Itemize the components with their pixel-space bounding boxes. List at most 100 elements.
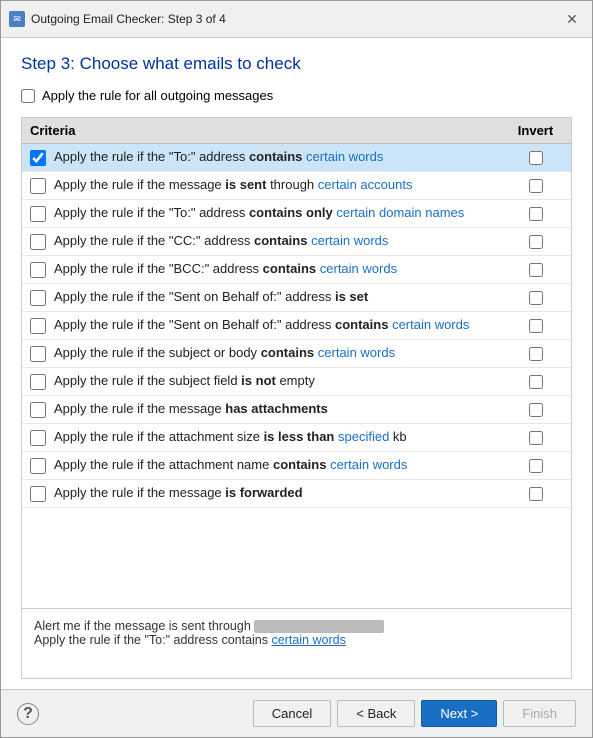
criteria-row-text: Apply the rule if the attachment size is… — [54, 429, 508, 446]
criteria-row-text: Apply the rule if the "CC:" address cont… — [54, 233, 508, 250]
invert-checkbox[interactable] — [529, 207, 543, 221]
title-bar-left: ✉ Outgoing Email Checker: Step 3 of 4 — [9, 11, 226, 27]
criteria-row-checkbox[interactable] — [30, 318, 46, 334]
criteria-row-text: Apply the rule if the "To:" address cont… — [54, 149, 508, 166]
criteria-header: Criteria Invert — [22, 118, 571, 144]
criteria-row[interactable]: Apply the rule if the "Sent on Behalf of… — [22, 284, 571, 312]
invert-checkbox[interactable] — [529, 263, 543, 277]
criteria-row-link[interactable]: certain words — [306, 149, 383, 164]
criteria-row-text: Apply the rule if the "Sent on Behalf of… — [54, 317, 508, 334]
window-title: Outgoing Email Checker: Step 3 of 4 — [31, 12, 226, 26]
criteria-row-invert — [508, 459, 563, 473]
footer-buttons: Cancel < Back Next > Finish — [253, 700, 576, 727]
invert-checkbox[interactable] — [529, 431, 543, 445]
criteria-row-checkbox[interactable] — [30, 402, 46, 418]
info-panel: Alert me if the message is sent through … — [21, 609, 572, 679]
criteria-row-invert — [508, 179, 563, 193]
criteria-row-checkbox[interactable] — [30, 150, 46, 166]
invert-checkbox[interactable] — [529, 375, 543, 389]
criteria-row-checkbox[interactable] — [30, 458, 46, 474]
criteria-row-checkbox[interactable] — [30, 262, 46, 278]
criteria-row-link[interactable]: certain words — [318, 345, 395, 360]
criteria-row-checkbox[interactable] — [30, 486, 46, 502]
criteria-row-text: Apply the rule if the "Sent on Behalf of… — [54, 289, 508, 306]
invert-checkbox[interactable] — [529, 319, 543, 333]
criteria-row-link[interactable]: certain domain names — [336, 205, 464, 220]
criteria-row-link[interactable]: certain words — [311, 233, 388, 248]
invert-checkbox[interactable] — [529, 151, 543, 165]
criteria-row[interactable]: Apply the rule if the "Sent on Behalf of… — [22, 312, 571, 340]
criteria-row-checkbox[interactable] — [30, 430, 46, 446]
invert-checkbox[interactable] — [529, 459, 543, 473]
criteria-row-link[interactable]: certain words — [392, 317, 469, 332]
criteria-row-text: Apply the rule if the attachment name co… — [54, 457, 508, 474]
criteria-row-text: Apply the rule if the message has attach… — [54, 401, 508, 418]
criteria-row[interactable]: Apply the rule if the "BCC:" address con… — [22, 256, 571, 284]
criteria-col-header: Criteria — [30, 123, 508, 138]
criteria-row-checkbox[interactable] — [30, 206, 46, 222]
criteria-row-invert — [508, 319, 563, 333]
criteria-row-checkbox[interactable] — [30, 346, 46, 362]
content-area: Step 3: Choose what emails to check Appl… — [1, 38, 592, 689]
invert-checkbox[interactable] — [529, 235, 543, 249]
info-line2-link[interactable]: certain words — [271, 633, 345, 647]
criteria-row-checkbox[interactable] — [30, 234, 46, 250]
footer: ? Cancel < Back Next > Finish — [1, 689, 592, 737]
step-title: Step 3: Choose what emails to check — [21, 54, 572, 74]
criteria-row[interactable]: Apply the rule if the "CC:" address cont… — [22, 228, 571, 256]
criteria-row-text: Apply the rule if the "BCC:" address con… — [54, 261, 508, 278]
criteria-row-text: Apply the rule if the message is sent th… — [54, 177, 508, 194]
help-button[interactable]: ? — [17, 703, 39, 725]
cancel-button[interactable]: Cancel — [253, 700, 331, 727]
criteria-row[interactable]: Apply the rule if the subject or body co… — [22, 340, 571, 368]
invert-checkbox[interactable] — [529, 347, 543, 361]
invert-checkbox[interactable] — [529, 487, 543, 501]
criteria-row-link[interactable]: certain words — [330, 457, 407, 472]
criteria-row-invert — [508, 235, 563, 249]
criteria-row-invert — [508, 207, 563, 221]
criteria-row-text: Apply the rule if the message is forward… — [54, 485, 508, 502]
criteria-row-invert — [508, 263, 563, 277]
invert-checkbox[interactable] — [529, 291, 543, 305]
criteria-row-checkbox[interactable] — [30, 374, 46, 390]
criteria-row[interactable]: Apply the rule if the attachment name co… — [22, 452, 571, 480]
criteria-row-link[interactable]: certain words — [320, 261, 397, 276]
criteria-row[interactable]: Apply the rule if the message has attach… — [22, 396, 571, 424]
criteria-row[interactable]: Apply the rule if the "To:" address cont… — [22, 200, 571, 228]
window-icon: ✉ — [9, 11, 25, 27]
criteria-rows-container: Apply the rule if the "To:" address cont… — [22, 144, 571, 508]
criteria-row[interactable]: Apply the rule if the subject field is n… — [22, 368, 571, 396]
apply-all-row: Apply the rule for all outgoing messages — [21, 88, 572, 103]
back-button[interactable]: < Back — [337, 700, 415, 727]
title-bar: ✉ Outgoing Email Checker: Step 3 of 4 ✕ — [1, 1, 592, 38]
criteria-row-link[interactable]: certain accounts — [318, 177, 413, 192]
info-line-1: Alert me if the message is sent through — [34, 619, 559, 633]
info-redacted — [254, 620, 384, 633]
criteria-row-checkbox[interactable] — [30, 178, 46, 194]
main-window: ✉ Outgoing Email Checker: Step 3 of 4 ✕ … — [0, 0, 593, 738]
invert-checkbox[interactable] — [529, 179, 543, 193]
criteria-row-invert — [508, 151, 563, 165]
criteria-row-text: Apply the rule if the subject or body co… — [54, 345, 508, 362]
close-button[interactable]: ✕ — [560, 7, 584, 31]
criteria-row-invert — [508, 431, 563, 445]
apply-all-checkbox[interactable] — [21, 89, 35, 103]
criteria-row[interactable]: Apply the rule if the message is sent th… — [22, 172, 571, 200]
finish-button[interactable]: Finish — [503, 700, 576, 727]
criteria-row-invert — [508, 347, 563, 361]
next-button[interactable]: Next > — [421, 700, 497, 727]
invert-col-header: Invert — [508, 123, 563, 138]
info-line-2: Apply the rule if the "To:" address cont… — [34, 633, 559, 647]
invert-checkbox[interactable] — [529, 403, 543, 417]
criteria-row-link[interactable]: specified — [338, 429, 389, 444]
criteria-row-text: Apply the rule if the subject field is n… — [54, 373, 508, 390]
criteria-table: Criteria Invert Apply the rule if the "T… — [21, 117, 572, 609]
criteria-row[interactable]: Apply the rule if the "To:" address cont… — [22, 144, 571, 172]
criteria-row-invert — [508, 487, 563, 501]
apply-all-label: Apply the rule for all outgoing messages — [42, 88, 273, 103]
criteria-row-invert — [508, 291, 563, 305]
criteria-row[interactable]: Apply the rule if the attachment size is… — [22, 424, 571, 452]
info-line1-prefix: Alert me if the message is sent through — [34, 619, 254, 633]
criteria-row-checkbox[interactable] — [30, 290, 46, 306]
criteria-row[interactable]: Apply the rule if the message is forward… — [22, 480, 571, 508]
